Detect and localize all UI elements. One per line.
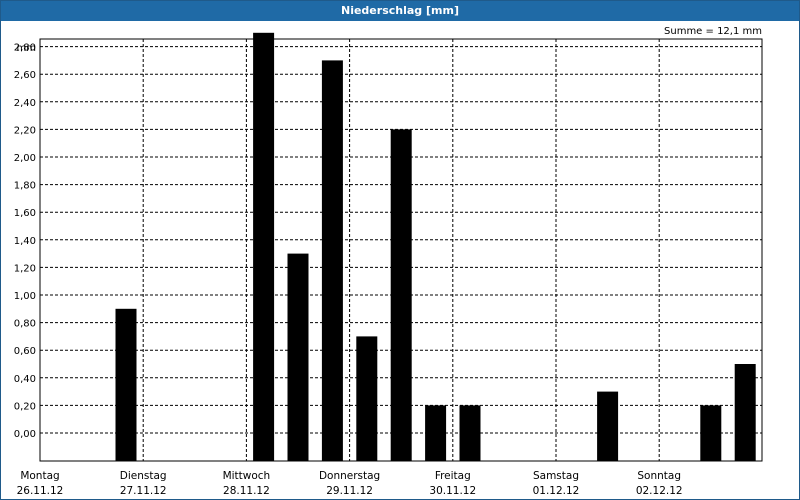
y-tick-label: 0,20 — [14, 401, 36, 412]
x-tick-date: 29.11.12 — [326, 485, 373, 497]
y-tick-label: 1,40 — [14, 236, 36, 247]
x-tick-day: Freitag — [435, 470, 471, 482]
bar — [390, 129, 412, 461]
bar — [734, 364, 756, 461]
y-tick-label: 2,40 — [14, 98, 36, 109]
y-tick-label: 2,20 — [14, 125, 36, 136]
bar — [356, 336, 378, 461]
x-tick-day: Montag — [20, 470, 59, 482]
bar — [425, 405, 447, 461]
y-tick-label: 1,20 — [14, 263, 36, 274]
bar — [700, 405, 722, 461]
bar — [597, 391, 619, 461]
y-tick-label: 2,00 — [14, 153, 36, 164]
bar — [115, 308, 137, 461]
x-tick-day: Samstag — [533, 470, 579, 482]
bar — [253, 32, 275, 462]
x-tick-date: 02.12.12 — [636, 485, 683, 497]
x-axis: Montag 26.11.12 Dienstag 27.11.12 Mittwoch 28… — [17, 470, 683, 497]
bar — [321, 60, 343, 462]
x-tick-date: 01.12.12 — [533, 485, 580, 497]
y-tick-label: 2,60 — [14, 70, 36, 81]
x-tick-day: Donnerstag — [319, 470, 380, 482]
precipitation-chart: 0,00 0,20 0,40 0,60 0,80 1,00 1,20 1,40 1,60 1,80… — [14, 32, 763, 497]
y-tick-label: 0,00 — [14, 429, 36, 440]
y-tick-label: 1,00 — [14, 291, 36, 302]
x-tick-day: Dienstag — [120, 470, 167, 482]
x-tick-day: Mittwoch — [223, 470, 271, 482]
x-tick-day: Sonntag — [637, 470, 681, 482]
y-tick-label: 1,80 — [14, 181, 36, 192]
x-tick-date: 28.11.12 — [223, 485, 270, 497]
x-tick-date: 26.11.12 — [17, 485, 64, 497]
y-tick-label: 0,40 — [14, 374, 36, 385]
y-axis: 0,00 0,20 0,40 0,60 0,80 1,00 1,20 1,40 1,60 1,80… — [14, 43, 36, 440]
bar — [459, 405, 481, 461]
bar — [287, 253, 309, 461]
y-tick-label: 1,60 — [14, 208, 36, 219]
y-tick-label: 0,60 — [14, 346, 36, 357]
x-tick-date: 27.11.12 — [120, 485, 167, 497]
y-axis-unit: mm — [17, 43, 36, 54]
x-tick-date: 30.11.12 — [429, 485, 476, 497]
y-tick-label: 0,80 — [14, 319, 36, 330]
